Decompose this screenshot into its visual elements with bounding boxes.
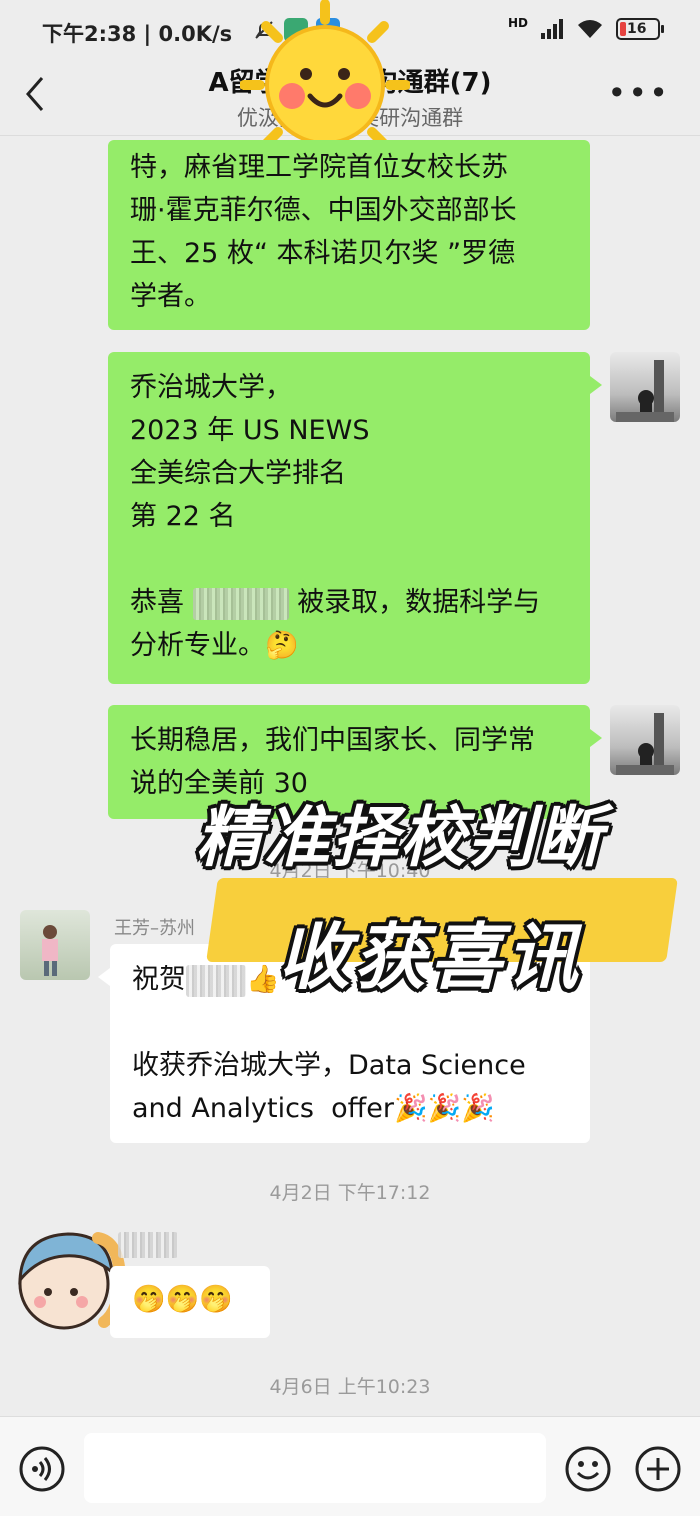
avatar-self[interactable] xyxy=(610,352,680,422)
hd-label: HD xyxy=(507,16,528,30)
voice-icon[interactable] xyxy=(18,1445,66,1493)
thinking-emoji-icon: 🤔 xyxy=(265,630,299,661)
message-text: 祝贺 xyxy=(132,964,186,995)
message-bubble-sent[interactable]: 特，麻省理工学院首位女校长苏 珊·霍克菲尔德、中国外交部部长 王、25 枚“ 本… xyxy=(108,140,590,330)
message-line: 长期稳居，我们中国家长、同学常 xyxy=(130,725,535,756)
emoji-icon[interactable] xyxy=(564,1445,612,1493)
message-text: and Analytics offer xyxy=(132,1093,394,1124)
message-line: 学者。 xyxy=(130,281,211,312)
timestamp: 4月6日 上午10:23 xyxy=(269,1376,431,1398)
message-text: 被录取，数据科学与 xyxy=(297,587,541,618)
congrats-word: 恭喜 xyxy=(130,587,184,618)
avatar-sender[interactable] xyxy=(20,910,90,980)
blurred-name xyxy=(186,964,246,997)
battery-icon: 16 xyxy=(616,18,664,40)
message-line: 分析专业。🤔 xyxy=(130,624,568,667)
message-line: 王、25 枚“ 本科诺贝尔奖 ”罗德 xyxy=(130,238,516,269)
avatar-self[interactable] xyxy=(610,705,680,775)
party-popper-emoji-icon: 🎉🎉🎉 xyxy=(393,1093,495,1124)
blurred-sender xyxy=(118,1232,178,1258)
message-text: 分析专业。 xyxy=(130,630,265,661)
message-bubble-sent[interactable]: 乔治城大学， 2023 年 US NEWS 全美综合大学排名 第 22 名 恭喜… xyxy=(108,352,602,684)
message-line: 珊·霍克菲尔德、中国外交部部长 xyxy=(130,195,517,226)
sender-name: 王芳–苏州 xyxy=(114,918,195,939)
input-bar xyxy=(0,1416,700,1516)
message-line: 收获乔治城大学，Data Science xyxy=(132,1050,526,1081)
message-bubble-received[interactable]: 🤭🤭🤭 xyxy=(110,1266,270,1338)
battery-level: 16 xyxy=(627,21,647,37)
overlay-caption-1: 精准择校判断 xyxy=(196,799,604,876)
more-button[interactable]: ••• xyxy=(607,74,670,112)
message-line: 2023 年 US NEWS xyxy=(130,415,370,446)
peek-emoji-icon: 🤭🤭🤭 xyxy=(132,1284,233,1315)
message-line: 恭喜 被录取，数据科学与 xyxy=(130,581,568,624)
status-right: HD 16 xyxy=(507,16,664,40)
message-line: 全美综合大学排名 xyxy=(130,458,346,489)
status-time: 下午2:38 | 0.0K/s xyxy=(42,22,233,46)
signal-icon xyxy=(541,19,563,39)
thumbs-up-emoji-icon: 👍 xyxy=(246,964,280,995)
message-line: 特，麻省理工学院首位女校长苏 xyxy=(130,152,508,183)
overlay-caption-2: 收获喜讯 xyxy=(278,915,583,999)
message-line xyxy=(132,1001,568,1044)
message-line xyxy=(130,538,568,581)
blurred-name xyxy=(192,587,289,620)
timestamp: 4月2日 下午17:12 xyxy=(269,1182,431,1204)
message-line: and Analytics offer🎉🎉🎉 xyxy=(132,1087,568,1130)
message-input[interactable] xyxy=(84,1433,546,1503)
message-line: 乔治城大学， xyxy=(130,372,292,403)
message-line: 第 22 名 xyxy=(130,501,236,532)
wifi-icon xyxy=(578,20,602,38)
plus-icon[interactable] xyxy=(634,1445,682,1493)
sender-name xyxy=(118,1232,178,1258)
